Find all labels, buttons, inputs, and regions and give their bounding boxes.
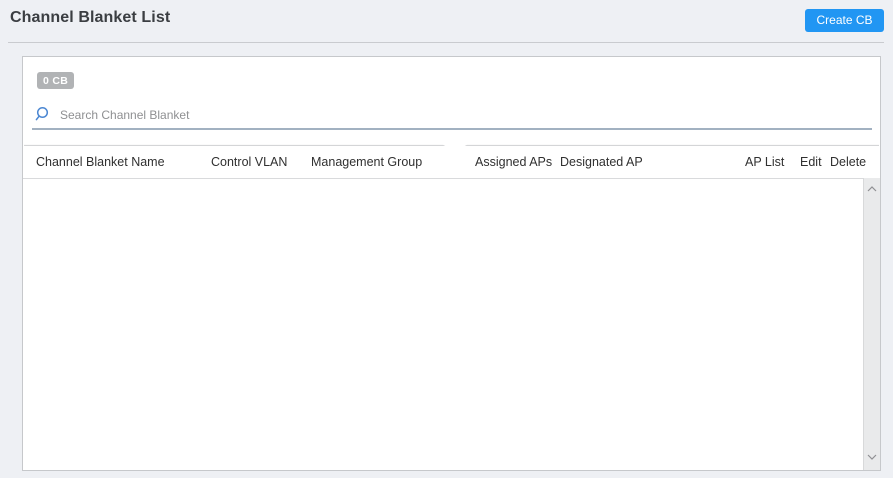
table-body (23, 179, 880, 470)
chevron-up-icon[interactable] (867, 186, 877, 192)
column-header-delete: Delete (830, 155, 867, 169)
header-divider (8, 42, 884, 43)
page-title: Channel Blanket List (10, 9, 171, 26)
column-header-designated-ap: Designated AP (560, 155, 643, 169)
cb-count-badge: 0 CB (37, 72, 75, 89)
column-header-channel-blanket-name: Channel Blanket Name (36, 155, 165, 169)
create-cb-button[interactable]: Create CB (805, 9, 884, 32)
column-header-assigned-aps: Assigned APs (475, 155, 553, 169)
vertical-scrollbar[interactable] (863, 178, 880, 470)
channel-blanket-panel: 0 CB Channel Blanket Name Control VLAN M… (22, 56, 881, 471)
table-header-row: Channel Blanket Name Control VLAN Manage… (23, 146, 880, 179)
column-header-management-group: Management Group (311, 155, 423, 169)
chevron-down-icon[interactable] (867, 454, 877, 460)
column-header-edit: Edit (800, 155, 822, 169)
search-input[interactable] (60, 108, 872, 122)
search-icon (35, 106, 49, 121)
column-header-ap-list: AP List (745, 155, 785, 169)
column-header-control-vlan: Control VLAN (211, 155, 288, 169)
search-bar (32, 102, 872, 130)
